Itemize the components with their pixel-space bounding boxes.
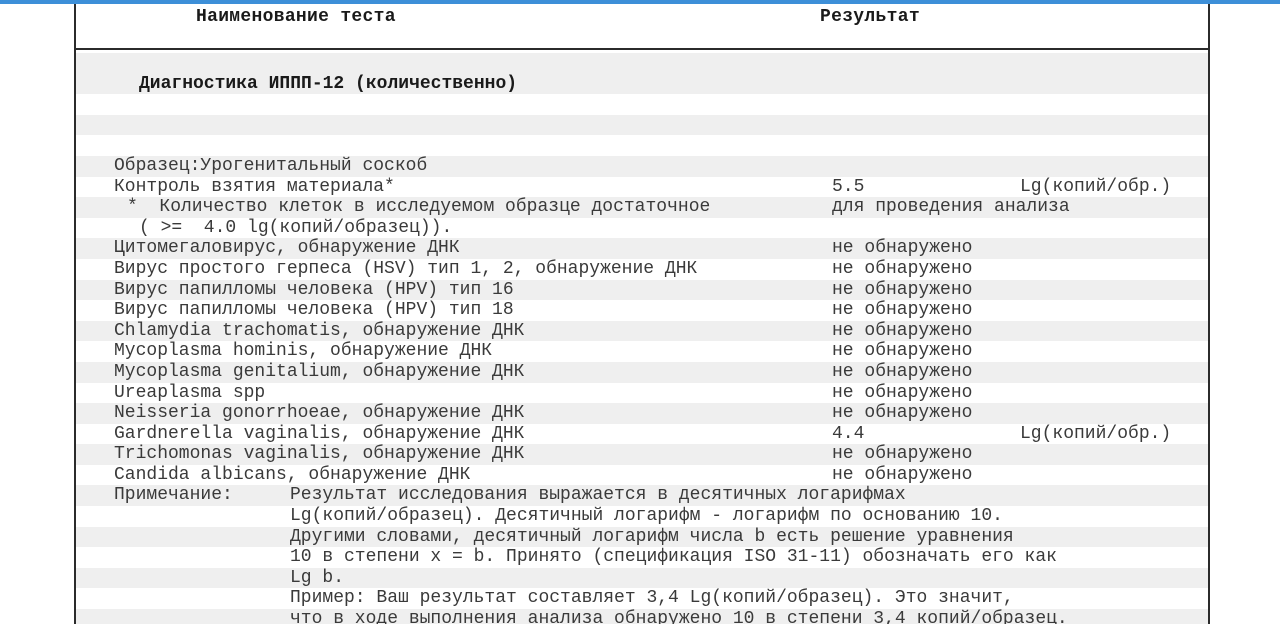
test-name: Mycoplasma genitalium, обнаружение ДНК: [114, 361, 525, 382]
note-line: Lg b.: [290, 567, 345, 588]
footnote-row: * Количество клеток в исследуемом образц…: [76, 197, 1208, 218]
test-result: не обнаружено: [832, 361, 973, 382]
control-unit: Lg(копий/обр.): [1020, 176, 1172, 197]
note-row: Lg(копий/образец). Десятичный логарифм -…: [76, 506, 1208, 527]
note-line: Другими словами, десятичный логарифм чис…: [290, 526, 1014, 547]
test-result: не обнаружено: [832, 403, 973, 424]
note-row: что в ходе выполнения анализа обнаружено…: [76, 609, 1208, 624]
test-name: Gardnerella vaginalis, обнаружение ДНК: [114, 423, 525, 444]
note-line: Результат исследования выражается в деся…: [290, 485, 906, 506]
footnote-line2: ( >= 4.0 lg(копий/образец)).: [139, 217, 453, 238]
note-line: Пример: Ваш результат составляет 3,4 Lg(…: [290, 588, 1014, 609]
spacer-row: [76, 53, 1208, 74]
test-result: не обнаружено: [832, 341, 973, 362]
note-row: Примечание: Результат исследования выраж…: [76, 485, 1208, 507]
test-result: не обнаружено: [832, 238, 973, 259]
table-row: Вирус простого герпеса (HSV) тип 1, 2, о…: [76, 259, 1208, 280]
footnote-line1-right: для проведения анализа: [832, 197, 1070, 218]
header-test-name: Наименование теста: [196, 7, 396, 27]
control-name: Контроль взятия материала*: [114, 176, 395, 197]
table-row: Вирус папилломы человека (HPV) тип 18 не…: [76, 300, 1208, 321]
test-name: Chlamydia trachomatis, обнаружение ДНК: [114, 320, 525, 341]
section-title-row: Диагностика ИППП-12 (количественно): [76, 73, 1208, 95]
test-result: не обнаружено: [832, 444, 973, 465]
spacer-row: [76, 94, 1208, 115]
table-row: Цитомегаловирус, обнаружение ДНК не обна…: [76, 238, 1208, 259]
spacer-row: [76, 135, 1208, 156]
test-name: Neisseria gonorrhoeae, обнаружение ДНК: [114, 403, 525, 424]
test-result: не обнаружено: [832, 279, 973, 300]
note-line: что в ходе выполнения анализа обнаружено…: [290, 609, 1068, 624]
control-row: Контроль взятия материала* 5.5 Lg(копий/…: [76, 177, 1208, 198]
sample-text: Образец:Урогенитальный соскоб: [114, 155, 428, 176]
note-label: Примечание:: [114, 485, 233, 506]
test-name: Candida albicans, обнаружение ДНК: [114, 464, 471, 485]
test-name: Вирус простого герпеса (HSV) тип 1, 2, о…: [114, 258, 698, 279]
test-name: Ureaplasma spp: [114, 382, 266, 403]
table-row: Chlamydia trachomatis, обнаружение ДНК н…: [76, 320, 1208, 342]
test-result: 4.4: [832, 423, 865, 444]
control-value: 5.5: [832, 176, 865, 197]
test-result: не обнаружено: [832, 320, 973, 341]
report-rows: Диагностика ИППП-12 (количественно) Обра…: [76, 53, 1208, 624]
note-row: Другими словами, десятичный логарифм чис…: [76, 526, 1208, 548]
note-line: 10 в степени x = b. Принято (спецификаци…: [290, 547, 1057, 568]
table-row: Neisseria gonorrhoeae, обнаружение ДНК н…: [76, 403, 1208, 424]
note-row: Lg b.: [76, 567, 1208, 589]
table-header: Наименование теста Результат: [76, 4, 1208, 50]
spacer-row: [76, 114, 1208, 136]
table-row: Candida albicans, обнаружение ДНК не обн…: [76, 465, 1208, 486]
footnote-line1: * Количество клеток в исследуемом образц…: [127, 197, 711, 218]
table-row: Trichomonas vaginalis, обнаружение ДНК н…: [76, 444, 1208, 465]
test-name: Mycoplasma hominis, обнаружение ДНК: [114, 341, 493, 362]
test-result: не обнаружено: [832, 258, 973, 279]
test-unit: Lg(копий/обр.): [1020, 423, 1172, 444]
lab-report-sheet: Наименование теста Результат Диагностика…: [74, 4, 1210, 624]
table-row: Mycoplasma hominis, обнаружение ДНК не о…: [76, 341, 1208, 362]
test-name: Вирус папилломы человека (HPV) тип 16: [114, 279, 514, 300]
footnote-row: ( >= 4.0 lg(копий/образец)).: [76, 218, 1208, 239]
table-row: Ureaplasma spp не обнаружено: [76, 383, 1208, 404]
test-name: Trichomonas vaginalis, обнаружение ДНК: [114, 444, 525, 465]
test-name: Цитомегаловирус, обнаружение ДНК: [114, 238, 460, 259]
test-name: Вирус папилломы человека (HPV) тип 18: [114, 300, 514, 321]
note-row: 10 в степени x = b. Принято (спецификаци…: [76, 547, 1208, 568]
table-row: Gardnerella vaginalis, обнаружение ДНК 4…: [76, 424, 1208, 445]
test-result: не обнаружено: [832, 300, 973, 321]
table-row: Вирус папилломы человека (HPV) тип 16 не…: [76, 279, 1208, 301]
sample-row: Образец:Урогенитальный соскоб: [76, 155, 1208, 177]
section-title: Диагностика ИППП-12 (количественно): [139, 73, 518, 94]
header-result: Результат: [820, 7, 920, 27]
test-result: не обнаружено: [832, 382, 973, 403]
note-line: Lg(копий/образец). Десятичный логарифм -…: [290, 506, 1003, 527]
note-row: Пример: Ваш результат составляет 3,4 Lg(…: [76, 588, 1208, 609]
test-result: не обнаружено: [832, 464, 973, 485]
table-row: Mycoplasma genitalium, обнаружение ДНК н…: [76, 361, 1208, 383]
